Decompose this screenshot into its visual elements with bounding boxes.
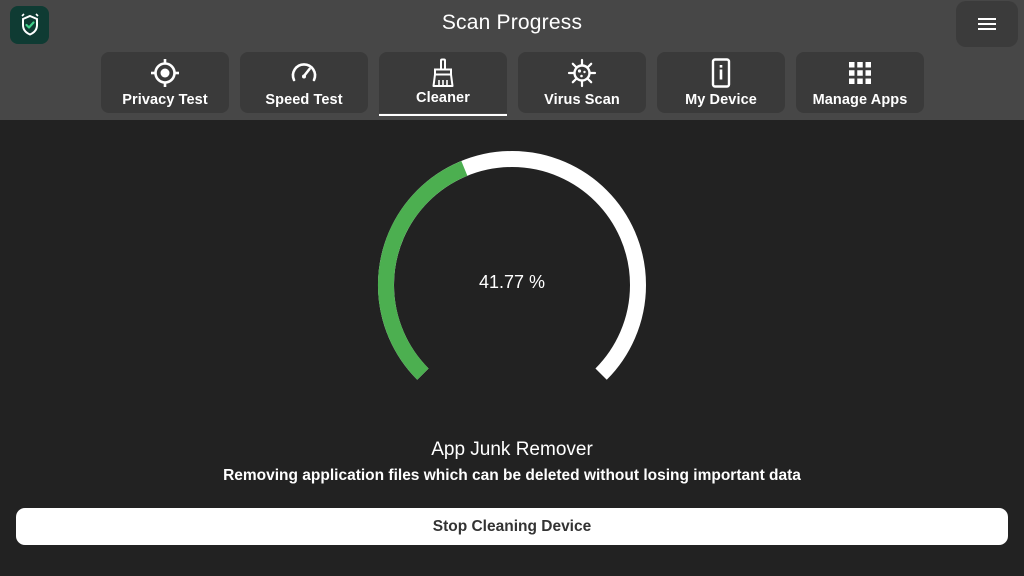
tab-manage-apps[interactable]: Manage Apps — [796, 52, 924, 113]
tab-label: Privacy Test — [122, 92, 208, 108]
tab-label: Virus Scan — [544, 92, 620, 108]
task-description: Removing application files which can be … — [223, 467, 801, 484]
page-title: Scan Progress — [441, 11, 583, 34]
tab-speed-test[interactable]: Speed Test — [240, 52, 368, 113]
phone-info-icon — [711, 58, 731, 88]
crosshair-icon — [151, 59, 179, 87]
virus-icon — [567, 58, 597, 88]
task-title: App Junk Remover — [431, 439, 593, 460]
tab-virus-scan[interactable]: Virus Scan — [518, 52, 646, 113]
stop-cleaning-button[interactable]: Stop Cleaning Device — [16, 508, 1008, 545]
apps-grid-icon — [849, 62, 871, 84]
tab-privacy-test[interactable]: Privacy Test — [101, 52, 229, 113]
tab-label: Cleaner — [416, 90, 470, 106]
tab-my-device[interactable]: My Device — [657, 52, 785, 113]
tab-label: Manage Apps — [812, 92, 908, 108]
tab-label: My Device — [685, 92, 757, 108]
speedometer-icon — [291, 63, 317, 82]
app-header: Scan Progress Privacy Test Speed Test Cl… — [0, 0, 1024, 120]
tab-label: Speed Test — [265, 92, 343, 108]
hamburger-menu-icon — [978, 18, 996, 30]
feature-tabs: Privacy Test Speed Test Cleaner Virus Sc… — [101, 52, 924, 116]
tab-cleaner[interactable]: Cleaner — [379, 52, 507, 116]
menu-button[interactable] — [956, 1, 1018, 47]
progress-percentage: 41.77 % — [478, 272, 546, 292]
broom-icon — [432, 58, 454, 87]
